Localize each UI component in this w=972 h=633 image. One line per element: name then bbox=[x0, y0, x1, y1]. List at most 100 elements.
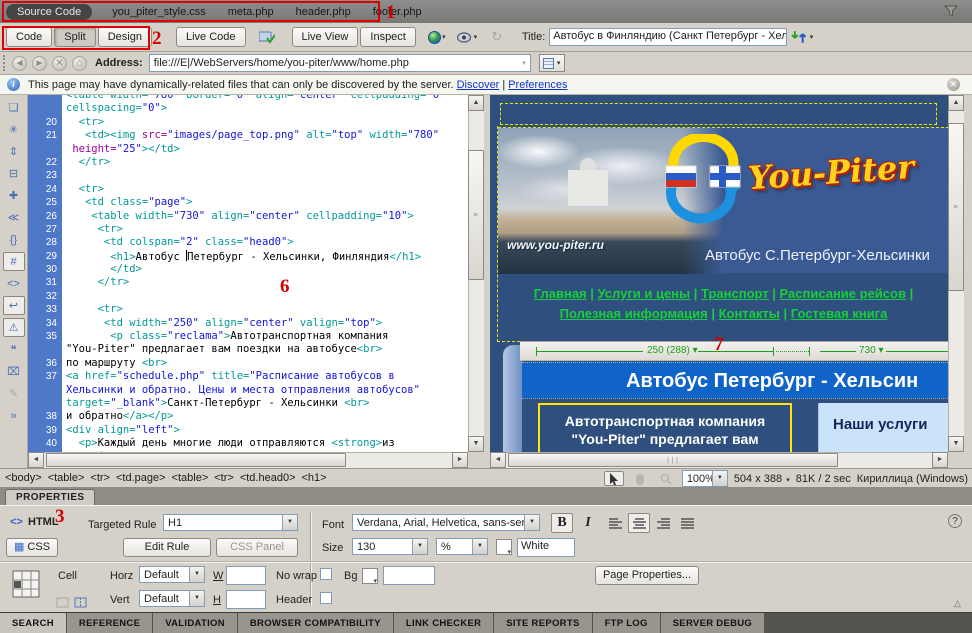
align-right-icon[interactable] bbox=[652, 513, 674, 533]
panel-tab-validation[interactable]: VALIDATION bbox=[153, 613, 238, 633]
panel-tab-server-debug[interactable]: SERVER DEBUG bbox=[661, 613, 765, 633]
magnification-select[interactable]: 100%▼ bbox=[682, 470, 728, 487]
site-nav-link[interactable]: Расписание рейсов bbox=[780, 286, 906, 301]
design-scroll-left-icon[interactable]: ◄ bbox=[490, 452, 506, 468]
site-nav-link[interactable]: Полезная информация bbox=[560, 306, 708, 321]
discover-link[interactable]: Discover bbox=[457, 79, 500, 91]
design-vscroll-thumb[interactable]: ≡ bbox=[948, 123, 964, 291]
align-left-icon[interactable] bbox=[604, 513, 626, 533]
design-hscroll-thumb[interactable]: ∣∣∣ bbox=[508, 453, 838, 467]
visual-aids-icon[interactable]: ▾ bbox=[456, 28, 478, 46]
nowrap-checkbox[interactable] bbox=[320, 568, 332, 580]
syntax-error-alerts-icon[interactable]: ⚠ bbox=[3, 318, 25, 337]
inspect-button[interactable]: Inspect bbox=[360, 27, 415, 47]
site-nav-link[interactable]: Контакты bbox=[719, 306, 780, 321]
size-select[interactable]: 130▼ bbox=[352, 538, 428, 555]
header-checkbox[interactable] bbox=[320, 592, 332, 604]
toolbar-grip[interactable] bbox=[3, 55, 7, 71]
tab-properties[interactable]: PROPERTIES bbox=[5, 489, 95, 506]
related-file-tab[interactable]: footer.php bbox=[373, 6, 422, 18]
tag-selector-item[interactable]: <td.head0> bbox=[240, 472, 296, 484]
balance-braces-icon[interactable]: {} bbox=[3, 230, 25, 249]
text-color-swatch[interactable] bbox=[496, 539, 512, 555]
open-documents-icon[interactable]: ❏ bbox=[3, 98, 25, 117]
filter-icon[interactable] bbox=[944, 5, 958, 20]
code-scroll-up-icon[interactable]: ▲ bbox=[468, 95, 484, 111]
live-view-button[interactable]: Live View bbox=[292, 27, 359, 47]
line-numbers-icon[interactable]: # bbox=[3, 252, 25, 271]
align-justify-icon[interactable] bbox=[676, 513, 698, 533]
column-width-label[interactable]: 250 (288) ▾ bbox=[647, 345, 698, 356]
site-nav-link[interactable]: Главная bbox=[534, 286, 587, 301]
live-code-button[interactable]: Live Code bbox=[176, 27, 246, 47]
edit-rule-button[interactable]: Edit Rule bbox=[123, 538, 211, 557]
css-mode-button[interactable]: ▦ CSS bbox=[6, 538, 58, 557]
select-parent-tag-icon[interactable]: ≪ bbox=[3, 208, 25, 227]
expand-all-icon[interactable]: ✚ bbox=[3, 186, 25, 205]
design-scroll-right-icon[interactable]: ► bbox=[932, 452, 948, 468]
table-width-label[interactable]: 730 ▾ bbox=[859, 345, 884, 356]
bg-color-input[interactable] bbox=[383, 566, 435, 585]
tag-selector-item[interactable]: <h1> bbox=[302, 472, 327, 484]
html-mode-button[interactable]: HTML bbox=[28, 516, 59, 528]
word-wrap-icon[interactable]: ↩ bbox=[3, 296, 25, 315]
font-select[interactable]: Verdana, Arial, Helvetica, sans-serif▼ bbox=[352, 514, 540, 531]
site-nav-link[interactable]: Транспорт bbox=[701, 286, 769, 301]
design-view-pane[interactable]: www.you-piter.ru bbox=[490, 95, 948, 452]
tag-selector-item[interactable]: <body> bbox=[5, 472, 42, 484]
design-scroll-down-icon[interactable]: ▼ bbox=[948, 436, 964, 452]
cell-width-input[interactable] bbox=[226, 566, 266, 585]
preferences-link[interactable]: Preferences bbox=[508, 79, 567, 91]
remove-comment-icon[interactable]: ⌧ bbox=[3, 362, 25, 381]
cell-height-input[interactable] bbox=[226, 590, 266, 609]
site-nav-link[interactable]: Гостевая книга bbox=[791, 306, 888, 321]
tag-selector-item[interactable]: <td.page> bbox=[116, 472, 166, 484]
tag-selector-item[interactable]: <tr> bbox=[214, 472, 234, 484]
align-center-icon[interactable] bbox=[628, 513, 650, 533]
collapse-full-tag-icon[interactable]: ⇕ bbox=[3, 142, 25, 161]
code-hscroll-thumb[interactable] bbox=[46, 453, 346, 467]
help-icon[interactable]: ? bbox=[948, 514, 962, 528]
code-vscroll-thumb[interactable]: ≡ bbox=[468, 150, 484, 280]
back-icon[interactable]: ◄ bbox=[12, 56, 27, 71]
code-scroll-left-icon[interactable]: ◄ bbox=[28, 452, 44, 468]
code-scroll-down-icon[interactable]: ▼ bbox=[468, 436, 484, 452]
highlight-invalid-code-icon[interactable]: <> bbox=[3, 274, 25, 293]
code-navigator-icon[interactable]: ✳ bbox=[3, 120, 25, 139]
panel-tab-site-reports[interactable]: SITE REPORTS bbox=[494, 613, 592, 633]
code-editor-pane[interactable]: <table width="780" border="0" align="cen… bbox=[28, 95, 468, 452]
preview-in-browser-icon[interactable]: ▾ bbox=[426, 28, 448, 46]
title-input[interactable]: Автобус в Финляндию (Санкт Петербург - Х… bbox=[549, 28, 787, 46]
window-size-value[interactable]: 504 x 388 ▾ bbox=[734, 473, 790, 485]
design-scroll-up-icon[interactable]: ▲ bbox=[948, 95, 964, 111]
targeted-rule-select[interactable]: H1▼ bbox=[163, 514, 298, 531]
panel-tab-reference[interactable]: REFERENCE bbox=[67, 613, 153, 633]
vert-select[interactable]: Default▼ bbox=[139, 590, 205, 607]
horz-select[interactable]: Default▼ bbox=[139, 566, 205, 583]
table-width-bar[interactable]: 250 (288) ▾ 730 ▾ bbox=[520, 341, 948, 361]
split-cell-icon[interactable] bbox=[72, 592, 88, 612]
size-unit-select[interactable]: %▼ bbox=[436, 538, 488, 555]
tag-selector-item[interactable]: <table> bbox=[48, 472, 85, 484]
tag-selector-item[interactable]: <table> bbox=[172, 472, 209, 484]
site-nav-link[interactable]: Услуги и цены bbox=[598, 286, 691, 301]
text-color-input[interactable]: White bbox=[517, 538, 575, 557]
related-files-list-icon[interactable]: ――――――▾ bbox=[539, 54, 565, 72]
check-browser-compatibility-icon[interactable] bbox=[256, 28, 278, 46]
panel-tab-ftp-log[interactable]: FTP LOG bbox=[593, 613, 661, 633]
panel-tab-search[interactable]: SEARCH bbox=[0, 613, 67, 633]
file-get-put-icon[interactable]: ▾ bbox=[791, 28, 813, 46]
address-input[interactable]: file:///E|/WebServers/home/you-piter/www… bbox=[149, 54, 531, 72]
page-properties-button[interactable]: Page Properties... bbox=[595, 566, 699, 585]
home-icon[interactable]: ⌂ bbox=[72, 56, 87, 71]
close-icon[interactable]: ✕ bbox=[947, 78, 960, 91]
tag-selector-item[interactable]: <tr> bbox=[90, 472, 110, 484]
panel-tab-link-checker[interactable]: LINK CHECKER bbox=[394, 613, 494, 633]
collapse-panel-icon[interactable]: △ bbox=[954, 598, 961, 609]
apply-comment-icon[interactable]: ❝ bbox=[3, 340, 25, 359]
bold-button[interactable]: B bbox=[551, 513, 573, 533]
address-dropdown-icon[interactable]: ▾ bbox=[522, 59, 526, 67]
panel-tab-browser-compatibility[interactable]: BROWSER COMPATIBILITY bbox=[238, 613, 394, 633]
format-source-code-icon[interactable]: ✎ bbox=[3, 384, 25, 403]
forward-icon[interactable]: ► bbox=[32, 56, 47, 71]
